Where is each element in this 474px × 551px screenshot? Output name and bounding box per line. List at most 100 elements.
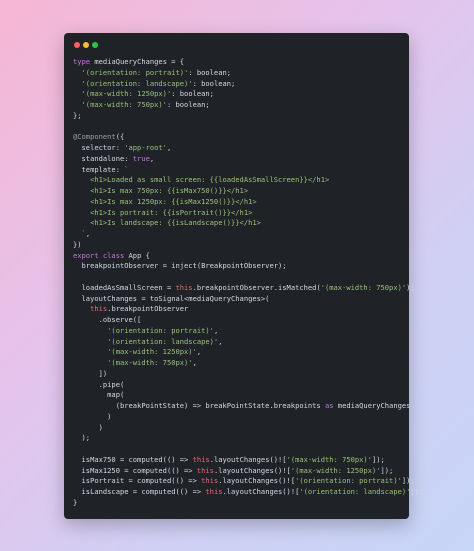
- maximize-icon[interactable]: [92, 42, 98, 48]
- code-line: isMax750 = computed(() => this.layoutCha…: [73, 455, 403, 466]
- code-token: ,: [196, 347, 202, 357]
- code-token: }): [73, 239, 82, 249]
- code-token: standalone:: [73, 153, 133, 163]
- code-line: '(max-width: 1250px)': boolean;: [73, 89, 403, 100]
- code-token: .layoutChanges()![: [218, 476, 296, 486]
- code-line: <h1>Is max 750px: {{isMax750()}}</h1>: [73, 186, 403, 197]
- code-line: selector: 'app-root',: [73, 143, 403, 154]
- code-token: <h1>Is max 750px: {{isMax750()}}</h1>: [73, 186, 249, 195]
- code-token: .breakpointObserver.isMatched(: [192, 282, 321, 292]
- code-token: };: [73, 110, 82, 120]
- code-token: this: [192, 454, 210, 464]
- code-line: `,: [73, 229, 403, 240]
- code-line: ]): [73, 369, 403, 380]
- code-token: ,: [85, 229, 91, 238]
- code-line: @Component({: [73, 132, 403, 143]
- code-line: ): [73, 423, 403, 434]
- code-token: ,: [218, 336, 223, 346]
- code-token: }: [73, 497, 78, 507]
- code-token: : boolean;: [192, 78, 236, 88]
- code-token: <h1>Is max 1250px: {{isMax1250()}}</h1>: [73, 196, 257, 206]
- close-icon[interactable]: [74, 42, 80, 48]
- code-token: .layoutChanges()![: [213, 465, 291, 475]
- code-token: '(max-width: 750px)': [73, 100, 167, 109]
- code-line: <h1>Is landscape: {{isLandscape()}}</h1>: [73, 218, 403, 229]
- code-token: template:: [73, 164, 125, 174]
- code-token: ]);: [401, 476, 415, 486]
- code-block: type mediaQueryChanges = { '(orientation…: [73, 57, 423, 509]
- code-token: this: [196, 465, 214, 475]
- code-token: selector:: [73, 143, 125, 152]
- code-line: };: [73, 111, 403, 122]
- code-line: map(: [73, 390, 403, 401]
- code-token: );: [73, 433, 91, 443]
- code-token: ]): [73, 368, 108, 378]
- code-line: <h1>Loaded as small screen: {{loadedAsSm…: [73, 175, 403, 186]
- code-line: '(max-width: 1250px)',: [73, 347, 403, 358]
- code-line: <h1>Is portrait: {{isPortrait()}}</h1>: [73, 208, 403, 219]
- code-token: type: [73, 57, 95, 66]
- code-token: map(: [73, 390, 125, 400]
- code-token: <h1>Loaded as small screen: {{loadedAsSm…: [73, 175, 330, 185]
- code-token: : boolean;: [188, 67, 232, 77]
- code-token: `: [73, 229, 86, 238]
- code-line: );: [73, 433, 403, 444]
- code-line: '(orientation: portrait)': boolean;: [73, 68, 403, 79]
- code-token: '(max-width: 1250px)': [73, 347, 197, 357]
- window-titlebar: [64, 33, 409, 55]
- code-line: '(orientation: landscape)',: [73, 337, 403, 348]
- code-token: breakpointObserver = inject(BreakpointOb…: [73, 261, 287, 271]
- code-token: `: [124, 164, 129, 174]
- code-token: ]);: [380, 465, 394, 475]
- code-token: @Component: [73, 132, 116, 142]
- code-line: breakpointObserver = inject(BreakpointOb…: [73, 261, 403, 272]
- code-token: ]);: [410, 487, 424, 496]
- code-token: '(orientation: landscape)': [73, 336, 219, 346]
- code-line: isPortrait = computed(() => this.layoutC…: [73, 476, 415, 487]
- code-token: true: [132, 153, 150, 163]
- code-line: '(orientation: landscape)': boolean;: [73, 79, 403, 90]
- code-token: ,: [192, 358, 197, 367]
- code-token: this: [175, 282, 193, 292]
- code-token: export class: [73, 250, 129, 260]
- code-token: ,: [166, 143, 172, 152]
- code-token: ({: [115, 132, 125, 142]
- code-token: '(max-width: 1250px)': [73, 89, 172, 99]
- code-token: this: [73, 304, 108, 314]
- code-line: loadedAsSmallScreen = this.breakpointObs…: [73, 282, 415, 294]
- code-line: .observe([: [73, 315, 403, 326]
- code-line: template: `: [73, 165, 403, 176]
- code-token: this: [205, 487, 223, 496]
- code-line: '(max-width: 750px)': boolean;: [73, 100, 403, 111]
- code-token: .layoutChanges()![: [222, 487, 300, 496]
- code-line: '(max-width: 750px)',: [73, 358, 403, 369]
- code-token: isPortrait = computed(() =>: [73, 476, 202, 486]
- code-token: isLandscape = computed(() =>: [73, 487, 206, 496]
- code-line: .pipe(: [73, 380, 403, 391]
- code-token: layoutChanges = toSignal<mediaQueryChang…: [73, 293, 270, 303]
- code-token: '(max-width: 750px)': [286, 454, 372, 464]
- code-token: loadedAsSmallScreen =: [73, 282, 176, 292]
- code-token: ): [73, 411, 112, 421]
- code-token: <h1>Is portrait: {{isPortrait()}}</h1>: [73, 207, 253, 217]
- code-line: }): [73, 240, 403, 251]
- code-token: '(max-width: 750px)': [73, 358, 193, 367]
- code-line: standalone: true,: [73, 154, 403, 165]
- code-window: type mediaQueryChanges = { '(orientation…: [64, 33, 423, 519]
- minimize-icon[interactable]: [83, 42, 89, 48]
- code-token: '(max-width: 1250px)': [290, 465, 381, 475]
- code-line: this.breakpointObserver: [73, 304, 403, 315]
- code-line: }: [73, 498, 403, 509]
- code-line: layoutChanges = toSignal<mediaQueryChang…: [73, 294, 403, 305]
- code-token: '(orientation: landscape)': [299, 487, 411, 496]
- code-token: );: [406, 282, 415, 292]
- code-token: mediaQueryChanges = {: [94, 57, 185, 66]
- code-line: ): [73, 412, 403, 423]
- code-token: '(max-width: 750px)': [320, 282, 407, 292]
- code-token: '(orientation: portrait)': [295, 476, 402, 486]
- code-token: (breakPointState) => breakPointState.bre…: [73, 401, 325, 410]
- code-token: ): [73, 422, 103, 432]
- code-token: isMax1250 = computed(() =>: [73, 465, 197, 475]
